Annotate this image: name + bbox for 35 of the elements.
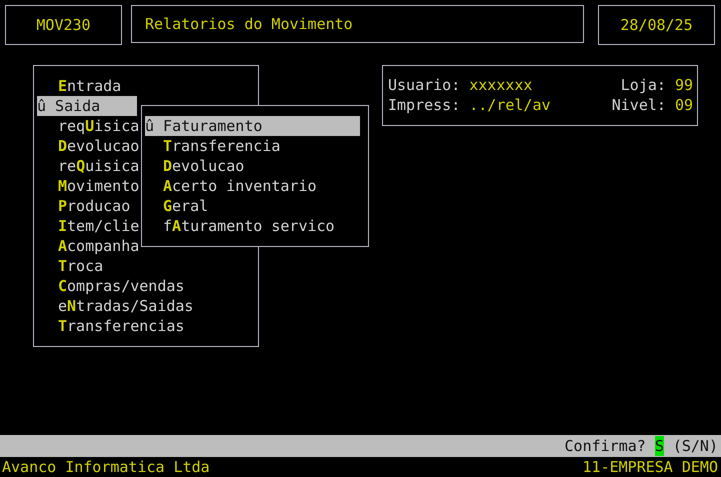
menu-item[interactable]: Acerto inventario — [145, 176, 360, 196]
menu-item[interactable]: Compras/vendas — [37, 276, 184, 296]
field-label: Loja: — [620, 76, 666, 94]
menu-item[interactable]: Transferencia — [145, 136, 360, 156]
company-name: Avanco Informatica Ltda — [2, 457, 210, 477]
menu-item[interactable]: eNtradas/Saidas — [37, 296, 194, 316]
menu-item[interactable]: reQuisica — [37, 156, 140, 176]
date-label: 28/08/25 — [598, 5, 715, 45]
field-value: 09 — [674, 96, 693, 114]
menu-item[interactable]: Entrada — [37, 76, 122, 96]
screen-title: Relatorios do Movimento — [131, 5, 584, 43]
field-label: Nivel: — [612, 96, 666, 114]
menu-item[interactable]: û Saida — [37, 96, 137, 116]
answer-field[interactable]: S — [654, 436, 664, 456]
field-value: ../rel/av — [469, 96, 551, 114]
menu-item[interactable]: Devolucao — [145, 156, 360, 176]
company-code: 11-EMPRESA DEMO — [582, 457, 718, 477]
menu-item[interactable]: reqUisica — [37, 116, 140, 136]
program-code: MOV230 — [5, 5, 122, 45]
prompt-text: Confirma? — [564, 436, 646, 456]
menu-item[interactable]: Producao — [37, 196, 130, 216]
menu-item[interactable]: Item/clie — [37, 216, 140, 236]
field-label: Impress: — [388, 96, 460, 114]
menu-item[interactable]: Transferencias — [37, 316, 184, 336]
field-label: Usuario: — [388, 76, 460, 94]
menu-item[interactable]: fAturamento servico — [145, 216, 360, 236]
menu-item[interactable]: û Faturamento — [145, 116, 360, 136]
field-value: 99 — [674, 76, 693, 94]
menu-item[interactable]: Geral — [145, 196, 360, 216]
options-text: (S/N) — [672, 436, 718, 456]
menu-item[interactable]: Acompanha — [37, 236, 140, 256]
menu-item[interactable]: Troca — [37, 256, 104, 276]
field-value: xxxxxxx — [469, 76, 532, 94]
menu-item[interactable]: Movimento — [37, 176, 140, 196]
menu-item[interactable]: Devolucao — [37, 136, 140, 156]
